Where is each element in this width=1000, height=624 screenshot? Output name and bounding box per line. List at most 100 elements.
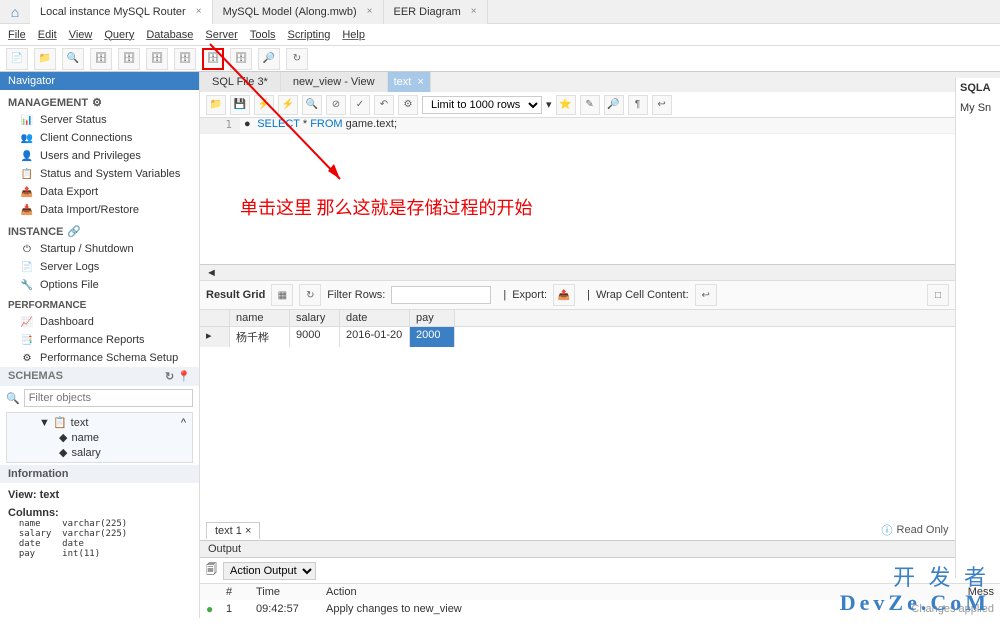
bottom-tab-bar: text 1 × ⓘRead Only Conten [200, 520, 1000, 540]
grid-view-icon[interactable]: ▦ [271, 284, 293, 306]
sql-tab-text[interactable]: text × [388, 72, 431, 92]
horizontal-scroll[interactable]: ◄ [200, 264, 1000, 280]
top-tab-eer[interactable]: EER Diagram × [384, 0, 488, 24]
tb-inspector-icon[interactable]: 🔍 [62, 48, 84, 70]
tb-db2-icon[interactable]: 🗄 [118, 48, 140, 70]
row-selector-header[interactable] [200, 310, 230, 326]
tb-stored-procedure-icon[interactable]: 🗄 [202, 48, 224, 70]
commit-icon[interactable]: ✓ [350, 95, 370, 115]
nav-startup-shutdown[interactable]: ⏻Startup / Shutdown [0, 240, 199, 258]
tb-db6-icon[interactable]: 🗄 [230, 48, 252, 70]
col-salary[interactable]: salary [290, 310, 340, 326]
grid-header-row: name salary date pay [200, 310, 955, 327]
cell-pay[interactable]: 2000 [410, 327, 455, 347]
star-icon[interactable]: ⭐ [556, 95, 576, 115]
execute-step-icon[interactable]: ⚡ [278, 95, 298, 115]
navigator-sidebar: Navigator MANAGEMENT ⚙ 📊Server Status 👥C… [0, 72, 200, 618]
menu-view[interactable]: View [69, 29, 93, 41]
menu-query[interactable]: Query [104, 29, 134, 41]
row-selector[interactable]: ▸ [200, 327, 230, 347]
wrap-icon[interactable]: ↩ [652, 95, 672, 115]
refresh-icon[interactable]: ↻ 📍 [165, 370, 191, 383]
filter-objects-input[interactable] [24, 389, 193, 407]
nav-perf-schema[interactable]: ⚙Performance Schema Setup [0, 349, 199, 367]
export-icon[interactable]: 📤 [553, 284, 575, 306]
col-date[interactable]: date [340, 310, 410, 326]
top-tab-mysql-router[interactable]: Local instance MySQL Router × [30, 0, 213, 24]
chevron-down-icon[interactable]: ▾ [546, 98, 552, 111]
menu-database[interactable]: Database [146, 29, 193, 41]
top-tab-model[interactable]: MySQL Model (Along.mwb) × [213, 0, 384, 24]
col-pay[interactable]: pay [410, 310, 455, 326]
tree-column-name[interactable]: ◆ name [9, 430, 190, 445]
cell-salary[interactable]: 9000 [290, 327, 340, 347]
close-icon[interactable]: × [417, 76, 423, 88]
limit-rows-select[interactable]: Limit to 1000 rows [422, 96, 542, 114]
tb-refresh-icon[interactable]: ↻ [286, 48, 308, 70]
menu-scripting[interactable]: Scripting [288, 29, 331, 41]
sql-tab-file3[interactable]: SQL File 3* [200, 72, 281, 92]
success-icon: ● [206, 602, 226, 616]
wrap-cell-icon[interactable]: ↩ [695, 284, 717, 306]
open-file-icon[interactable]: 📁 [206, 95, 226, 115]
nav-data-export[interactable]: 📤Data Export [0, 183, 199, 201]
sql-tab-newview[interactable]: new_view - View [281, 72, 388, 92]
rollback-icon[interactable]: ↶ [374, 95, 394, 115]
information-header: Information [0, 465, 199, 483]
explain-icon[interactable]: 🔍 [302, 95, 322, 115]
nav-server-logs[interactable]: 📄Server Logs [0, 258, 199, 276]
beautify-icon[interactable]: ✎ [580, 95, 600, 115]
home-icon[interactable]: ⌂ [0, 4, 30, 20]
nav-perf-reports[interactable]: 📑Performance Reports [0, 331, 199, 349]
nav-users-privileges[interactable]: 👤Users and Privileges [0, 147, 199, 165]
maximize-icon[interactable]: □ [927, 284, 949, 306]
tb-new-sql-icon[interactable]: 📄 [6, 48, 28, 70]
cell-date[interactable]: 2016-01-20 [340, 327, 410, 347]
refresh-grid-icon[interactable]: ↻ [299, 284, 321, 306]
grid-data-row[interactable]: ▸ 杨千桦 9000 2016-01-20 2000 [200, 327, 955, 347]
nav-status-variables[interactable]: 📋Status and System Variables [0, 165, 199, 183]
nav-dashboard[interactable]: 📈Dashboard [0, 313, 199, 331]
tb-search-icon[interactable]: 🔎 [258, 48, 280, 70]
performance-header: PERFORMANCE [0, 294, 199, 313]
menu-edit[interactable]: Edit [38, 29, 57, 41]
menu-server[interactable]: Server [205, 29, 237, 41]
cell-name[interactable]: 杨千桦 [230, 327, 290, 347]
nav-client-connections[interactable]: 👥Client Connections [0, 129, 199, 147]
reports-icon: 📑 [20, 333, 34, 347]
tb-db1-icon[interactable]: 🗄 [90, 48, 112, 70]
close-icon[interactable]: × [466, 6, 477, 17]
col-name[interactable]: name [230, 310, 290, 326]
tb-db3-icon[interactable]: 🗄 [146, 48, 168, 70]
output-type-select[interactable]: Action Output [223, 562, 316, 580]
bottom-tab-text1[interactable]: text 1 × [206, 522, 260, 539]
filter-rows-input[interactable] [391, 286, 491, 304]
out-col-time[interactable]: Time [256, 586, 326, 598]
out-col-num[interactable]: # [226, 586, 256, 598]
find-icon[interactable]: 🔎 [604, 95, 624, 115]
execute-icon[interactable]: ⚡ [254, 95, 274, 115]
tree-column-salary[interactable]: ◆ salary [9, 445, 190, 460]
result-grid[interactable]: name salary date pay ▸ 杨千桦 9000 2016-01-… [200, 310, 955, 520]
tb-open-sql-icon[interactable]: 📁 [34, 48, 56, 70]
invisible-chars-icon[interactable]: ¶ [628, 95, 648, 115]
nav-options-file[interactable]: 🔧Options File [0, 276, 199, 294]
nav-server-status[interactable]: 📊Server Status [0, 111, 199, 129]
sql-editor-line[interactable]: 1 ● SELECT * FROM game.text; [200, 118, 1000, 134]
autocommit-icon[interactable]: ⚙ [398, 95, 418, 115]
menu-bar: File Edit View Query Database Server Too… [0, 24, 1000, 46]
editor-whitespace[interactable]: 单击这里 那么这就是存储过程的开始 [200, 134, 1000, 264]
save-icon[interactable]: 💾 [230, 95, 250, 115]
tb-db4-icon[interactable]: 🗄 [174, 48, 196, 70]
tree-node-text[interactable]: ▼ 📋 text^ [9, 415, 190, 430]
nav-data-import[interactable]: 📥Data Import/Restore [0, 201, 199, 219]
stop-icon[interactable]: ⊘ [326, 95, 346, 115]
close-icon[interactable]: × [245, 525, 251, 537]
close-icon[interactable]: × [191, 6, 202, 17]
menu-tools[interactable]: Tools [250, 29, 276, 41]
menu-help[interactable]: Help [342, 29, 365, 41]
out-cell-num: 1 [226, 603, 256, 615]
menu-file[interactable]: File [8, 29, 26, 41]
close-icon[interactable]: × [362, 6, 373, 17]
scroll-left-icon[interactable]: ◄ [206, 267, 217, 279]
